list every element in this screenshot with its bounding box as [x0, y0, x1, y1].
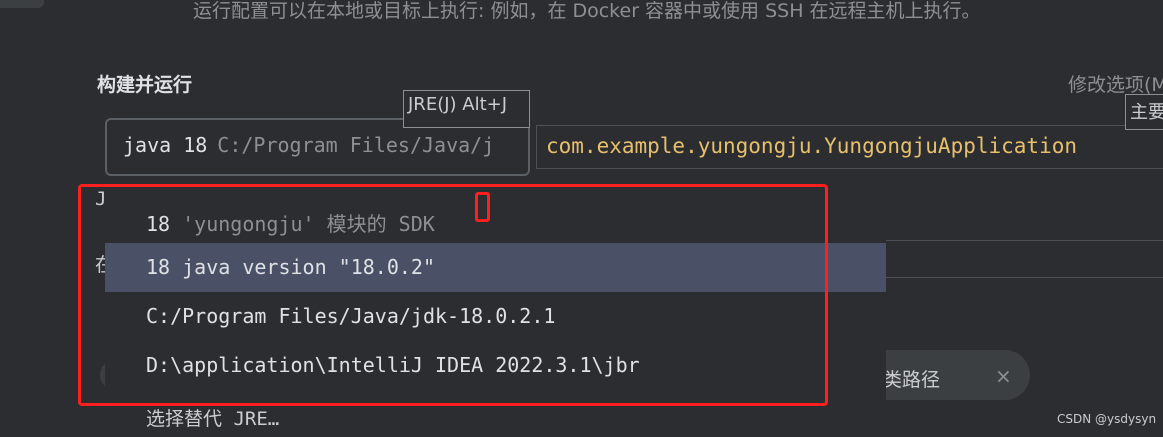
- section-title-build-run: 构建并运行: [97, 74, 193, 96]
- annotation-highlight-box: [78, 184, 828, 406]
- classpath-chip-label: 类路径: [883, 369, 941, 391]
- jre-path: C:/Program Files/Java/j: [217, 133, 495, 157]
- annotation-cursor-box: [475, 192, 490, 222]
- watermark: CSDN @ysdysyn: [1057, 412, 1157, 426]
- run-config-hint: 运行配置可以在本地或目标上执行: 例如，在 Docker 容器中或使用 SSH …: [193, 0, 981, 22]
- window-corner: [0, 0, 44, 8]
- jre-version: java 18: [123, 133, 208, 157]
- background-input-field[interactable]: [885, 240, 1163, 278]
- close-icon[interactable]: ×: [995, 364, 1012, 388]
- main-class-field[interactable]: com.example.yungongju.YungongjuApplicati…: [536, 125, 1163, 169]
- modify-options-link[interactable]: 修改选项(M: [1068, 70, 1163, 97]
- main-class-tooltip: 主要: [1125, 94, 1163, 130]
- choose-alternative-jre[interactable]: 选择替代 JRE…: [146, 404, 279, 431]
- jre-shortcut-tooltip: JRE(J) Alt+J: [403, 90, 530, 128]
